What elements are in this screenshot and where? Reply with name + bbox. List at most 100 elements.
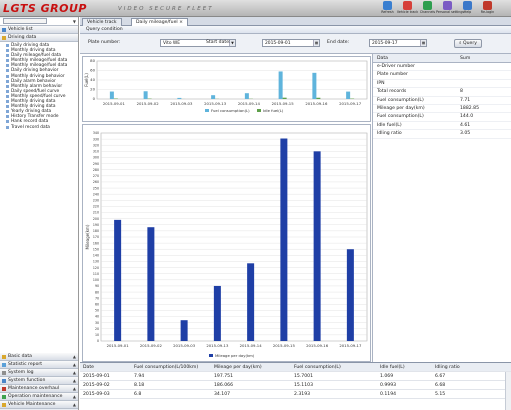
table-scrollbar[interactable] [505, 372, 511, 410]
car-icon [2, 28, 6, 32]
sidebar-section-driving-data[interactable]: Driving data [0, 34, 78, 42]
summary-rows: e-Driver number Plate number IPN Total reco… [373, 63, 511, 139]
folder-icon [2, 363, 6, 367]
search-input[interactable] [3, 18, 47, 24]
y-tick-label: 0 [97, 339, 99, 343]
table-cell: 0.9993 [380, 383, 397, 388]
search-box[interactable]: ▼ [0, 18, 78, 26]
sidebar-section-label: Vehicle list [8, 27, 33, 32]
bar [280, 138, 288, 341]
tab-vehicle-track[interactable]: Vehicle track [82, 18, 122, 26]
sidebar-section[interactable]: System log ▲ [0, 369, 78, 377]
sidebar-section[interactable]: Basic data ▲ [0, 353, 78, 361]
summary-key: IPN [377, 80, 385, 86]
fuel-chart: 0 20 40 60 80 Fuel(L) 2015-09-01 2015-09-02 2015… [84, 58, 368, 113]
table-body: 2015-09-01 7.94 197.751 15.7001 1.069 6.67 201… [80, 372, 511, 399]
y-tick-label: 160 [93, 241, 99, 245]
calendar-icon[interactable]: ▦ [313, 40, 319, 46]
start-date-input[interactable]: 2015-09-01 ▦ [262, 39, 320, 47]
y-tick-label: 220 [93, 205, 99, 209]
table-cell: 15.1103 [294, 383, 313, 388]
table-cell: 2.3193 [294, 392, 311, 397]
sidebar-section[interactable]: Statistic report ▲ [0, 361, 78, 369]
table-cell: 7.94 [134, 374, 145, 379]
bar [346, 249, 354, 341]
chevron-up-icon: ▲ [72, 370, 76, 375]
toolbar-button[interactable]: Vehicle track [397, 0, 418, 17]
bar [147, 227, 155, 341]
y-tick-label: 300 [93, 156, 99, 160]
legend-swatch [205, 109, 209, 112]
table-cell: 34.107 [214, 392, 231, 397]
summary-key: Total records [377, 89, 407, 95]
y-tick-label: 60 [95, 302, 99, 306]
sidebar-section-label: Maintenance overhaul [8, 386, 60, 391]
summary-row: Fuel consumption(L) 7.71 [373, 97, 511, 105]
y-tick-label: 50 [95, 309, 99, 313]
bar [213, 285, 221, 341]
summary-key: Mileage per day(km) [377, 105, 425, 111]
summary-value: 4.61 [460, 122, 471, 128]
table-cell: 6.8 [134, 392, 142, 397]
y-tick-label: 260 [93, 180, 99, 184]
bar [313, 151, 321, 341]
summary-row: Plate number [373, 71, 511, 80]
toolbar-button-label: Re-login [480, 10, 495, 14]
sidebar-section[interactable]: Maintenance overhaul ▲ [0, 385, 78, 393]
toolbar-button[interactable]: Refresh [379, 0, 396, 17]
folder-icon [2, 379, 6, 383]
bar [211, 95, 216, 99]
toolbar-button[interactable]: Personal settings [436, 0, 464, 17]
query-form: Plate number: Vito WE ▼ Start date: 2015-… [80, 34, 511, 54]
toolbar-button[interactable]: Channels [419, 0, 436, 17]
query-button[interactable]: ⌕ Query [454, 39, 482, 48]
toolbar-button[interactable]: Help [459, 0, 476, 17]
table-cell: 186.066 [214, 383, 233, 388]
close-icon[interactable]: × [179, 20, 183, 25]
search-icon: ⌕ [458, 41, 462, 46]
sidebar-section-label: Operation maintenance [8, 394, 63, 399]
x-tick-label: 2015-09-17 [339, 343, 362, 348]
bar [180, 320, 188, 341]
sidebar-section[interactable]: Operation maintenance ▲ [0, 393, 78, 401]
personal-settings-icon [443, 1, 452, 10]
table-header-cell: Date [83, 365, 94, 370]
table-row[interactable]: 2015-09-01 7.94 197.751 15.7001 1.069 6.67 [80, 372, 511, 381]
y-tick-label: 80 [90, 58, 95, 63]
summary-key: e-Driver number [377, 64, 416, 69]
data-table: Date Fuel consumption(L/100km) Mileage per… [80, 362, 511, 410]
calendar-icon[interactable]: ▦ [420, 40, 426, 46]
sidebar-section-label: Statistic report [8, 362, 43, 367]
table-row[interactable]: 2015-09-03 6.8 34.107 2.3193 0.1194 5.15 [80, 390, 511, 399]
summary-value: 8 [460, 89, 463, 95]
toolbar-button[interactable]: Re-login [479, 0, 496, 17]
sidebar-section[interactable]: System function ▲ [0, 377, 78, 385]
summary-key: Idle fuel(L) [377, 122, 402, 128]
y-tick-label: 290 [93, 162, 99, 166]
summary-row: Fuel consumption(L) 144.0 [373, 113, 511, 122]
y-tick-label: 40 [95, 315, 99, 319]
chevron-down-icon[interactable]: ▼ [73, 18, 76, 26]
sidebar-tree-item[interactable]: Travel record data [6, 125, 78, 130]
table-header-cell: Idle fuel(L) [380, 365, 405, 370]
y-tick-label: 270 [93, 174, 99, 178]
table-header: Date Fuel consumption(L/100km) Mileage per… [80, 363, 511, 372]
y-tick-label: 280 [93, 168, 99, 172]
summary-row: Idling ratio 3.05 [373, 130, 511, 139]
bar [346, 91, 351, 99]
sidebar-section[interactable]: Vehicle Maintenance ▲ [0, 401, 78, 409]
bar [282, 97, 287, 99]
bar [109, 91, 114, 99]
summary-key: Fuel consumption(L) [377, 114, 424, 120]
sidebar-section-vehicle-list[interactable]: Vehicle list [0, 26, 78, 34]
table-row[interactable]: 2015-09-02 8.18 186.066 15.1103 0.9993 6.68 [80, 381, 511, 390]
summary-row: IPN [373, 80, 511, 89]
tab-daily-mileage-fuel[interactable]: Daily mileage/fuel × [131, 18, 189, 26]
y-tick-label: 130 [93, 260, 99, 264]
end-date-input[interactable]: 2015-09-17 ▦ [369, 39, 427, 47]
mileage-chart: 0 10 20 30 40 50 60 70 80 90 100 110 120 130 140 150 160… [85, 131, 368, 358]
folder-icon [2, 371, 6, 375]
sidebar-section-label: Vehicle Maintenance [8, 402, 56, 407]
summary-key: Fuel consumption(L) [377, 97, 424, 103]
table-cell: 15.7001 [294, 374, 313, 379]
